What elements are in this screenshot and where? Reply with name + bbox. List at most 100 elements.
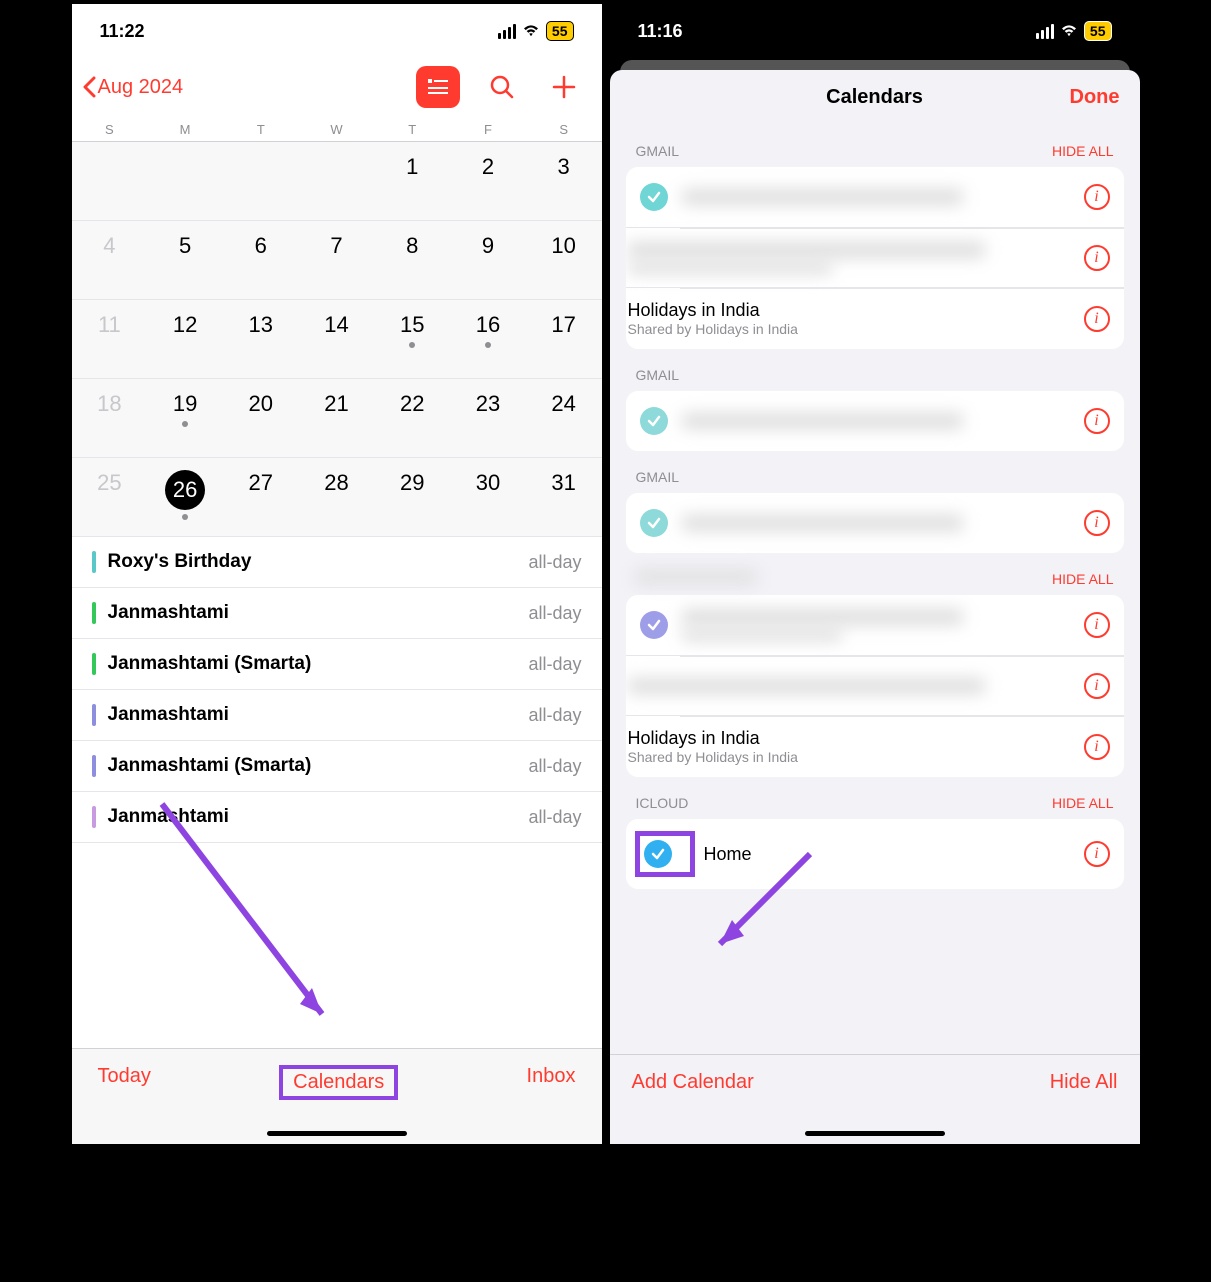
inbox-button[interactable]: Inbox	[527, 1065, 576, 1088]
calendar-day-cell[interactable]: 28	[299, 458, 375, 536]
calendar-name-blurred	[682, 515, 1084, 531]
calendar-name-blurred	[682, 413, 1084, 429]
info-button[interactable]: i	[1084, 673, 1110, 699]
done-button[interactable]: Done	[1070, 86, 1120, 109]
calendar-day-cell[interactable]: 31	[526, 458, 602, 536]
calendar-day-cell[interactable]: 12	[147, 300, 223, 378]
event-row[interactable]: Janmashtami all-day	[72, 690, 602, 741]
weekday-label: S	[72, 122, 148, 137]
calendar-group-card: i	[626, 391, 1124, 451]
calendar-day-cell[interactable]: 2	[450, 142, 526, 220]
hide-all-link[interactable]: HIDE ALL	[1052, 143, 1113, 159]
event-title: Janmashtami	[108, 704, 529, 726]
battery-icon: 55	[546, 21, 574, 41]
calendar-day-cell[interactable]: 22	[374, 379, 450, 457]
event-row[interactable]: Janmashtami all-day	[72, 588, 602, 639]
calendar-item[interactable]: Holidays in IndiaShared by Holidays in I…	[626, 287, 1124, 349]
calendar-day-cell[interactable]: 18	[72, 379, 148, 457]
event-row[interactable]: Janmashtami (Smarta) all-day	[72, 639, 602, 690]
info-button[interactable]: i	[1084, 734, 1110, 760]
calendar-group-card: Homei	[626, 819, 1124, 889]
calendar-item[interactable]: i	[626, 595, 1124, 655]
section-header: ICLOUDHIDE ALL	[610, 777, 1140, 819]
calendar-checkbox[interactable]	[644, 840, 672, 868]
section-header: GMAIL	[610, 451, 1140, 493]
weekday-label: M	[147, 122, 223, 137]
hide-all-link[interactable]: HIDE ALL	[1052, 795, 1113, 811]
info-button[interactable]: i	[1084, 306, 1110, 332]
event-row[interactable]: Janmashtami (Smarta) all-day	[72, 741, 602, 792]
hide-all-button[interactable]: Hide All	[1050, 1071, 1118, 1094]
calendar-day-cell[interactable]: 23	[450, 379, 526, 457]
add-button[interactable]	[544, 67, 584, 107]
highlight-calendars: Calendars	[279, 1065, 398, 1100]
calendar-item[interactable]: Homei	[626, 819, 1124, 889]
calendar-day-cell[interactable]: 19	[147, 379, 223, 457]
info-button[interactable]: i	[1084, 612, 1110, 638]
add-calendar-button[interactable]: Add Calendar	[632, 1071, 754, 1094]
calendar-day-cell	[147, 142, 223, 220]
calendars-button[interactable]: Calendars	[293, 1071, 384, 1094]
calendar-day-cell[interactable]: 24	[526, 379, 602, 457]
search-button[interactable]	[482, 67, 522, 107]
calendar-day-cell[interactable]: 27	[223, 458, 299, 536]
calendar-item[interactable]: i	[626, 167, 1124, 227]
calendar-day-cell[interactable]: 11	[72, 300, 148, 378]
calendar-day-cell[interactable]: 7	[299, 221, 375, 299]
info-button[interactable]: i	[1084, 245, 1110, 271]
calendar-name-blurred	[682, 189, 1084, 205]
calendar-day-cell[interactable]: 10	[526, 221, 602, 299]
calendar-day-cell[interactable]: 30	[450, 458, 526, 536]
weekday-row: SMTWTFS	[72, 116, 602, 142]
info-button[interactable]: i	[1084, 510, 1110, 536]
calendar-item[interactable]: i	[626, 655, 1124, 715]
calendar-day-cell[interactable]: 25	[72, 458, 148, 536]
calendar-day-cell[interactable]: 29	[374, 458, 450, 536]
calendar-day-cell[interactable]: 26	[147, 458, 223, 536]
info-button[interactable]: i	[1084, 841, 1110, 867]
today-button[interactable]: Today	[98, 1065, 151, 1088]
calendar-day-cell[interactable]: 13	[223, 300, 299, 378]
calendar-day-cell[interactable]: 5	[147, 221, 223, 299]
calendar-day-cell[interactable]: 3	[526, 142, 602, 220]
calendar-name-blurred	[682, 609, 1084, 641]
calendar-day-cell[interactable]: 1	[374, 142, 450, 220]
calendar-day-cell[interactable]: 14	[299, 300, 375, 378]
event-time: all-day	[528, 756, 581, 777]
calendar-day-cell[interactable]: 4	[72, 221, 148, 299]
info-button[interactable]: i	[1084, 184, 1110, 210]
event-title: Janmashtami	[108, 602, 529, 624]
calendar-day-cell[interactable]: 8	[374, 221, 450, 299]
event-row[interactable]: Janmashtami all-day	[72, 792, 602, 843]
event-row[interactable]: Roxy's Birthday all-day	[72, 537, 602, 588]
calendar-checkbox[interactable]	[640, 509, 668, 537]
event-title: Janmashtami	[108, 806, 529, 828]
section-label: GMAIL	[636, 143, 680, 159]
calendar-day-cell[interactable]: 15	[374, 300, 450, 378]
calendar-item[interactable]: i	[626, 227, 1124, 287]
calendar-day-cell[interactable]: 6	[223, 221, 299, 299]
home-indicator[interactable]	[267, 1131, 407, 1136]
event-time: all-day	[528, 654, 581, 675]
calendar-item[interactable]: i	[626, 391, 1124, 451]
calendar-item[interactable]: i	[626, 493, 1124, 553]
calendar-checkbox[interactable]	[640, 407, 668, 435]
calendar-day-cell[interactable]: 20	[223, 379, 299, 457]
hide-all-link[interactable]: HIDE ALL	[1052, 571, 1113, 587]
list-view-button[interactable]	[416, 66, 460, 108]
calendar-day-cell[interactable]: 17	[526, 300, 602, 378]
home-indicator[interactable]	[805, 1131, 945, 1136]
calendar-day-cell[interactable]: 21	[299, 379, 375, 457]
section-label-blurred	[636, 571, 756, 583]
status-time: 11:16	[638, 21, 683, 42]
wifi-icon	[522, 24, 540, 38]
calendar-day-cell[interactable]: 9	[450, 221, 526, 299]
weekday-label: W	[299, 122, 375, 137]
calendar-checkbox[interactable]	[640, 183, 668, 211]
calendar-day-cell[interactable]: 16	[450, 300, 526, 378]
calendars-sheet: Calendars Done GMAILHIDE ALLiiHolidays i…	[610, 70, 1140, 1144]
back-button[interactable]: Aug 2024	[82, 76, 184, 99]
calendar-item[interactable]: Holidays in IndiaShared by Holidays in I…	[626, 715, 1124, 777]
calendar-checkbox[interactable]	[640, 611, 668, 639]
info-button[interactable]: i	[1084, 408, 1110, 434]
